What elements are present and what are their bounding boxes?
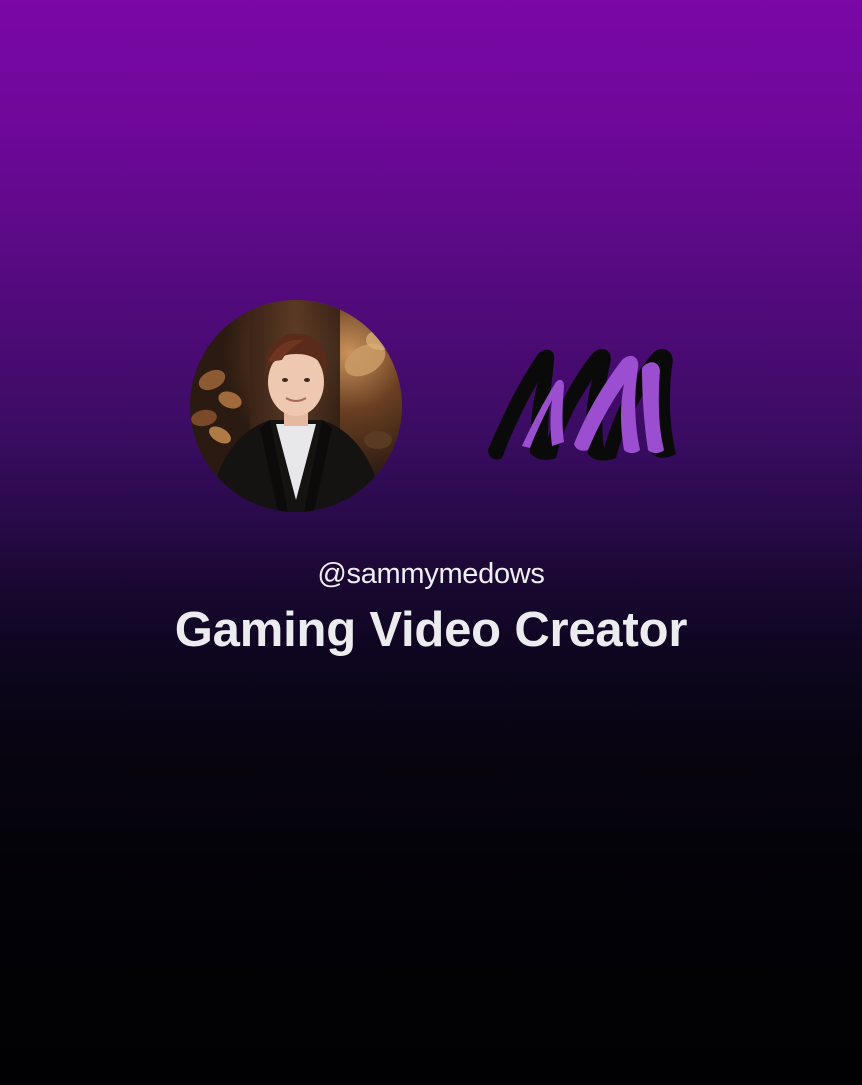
brush-letter-m-logo-icon [488, 348, 676, 461]
profile-card: @sammymedows Gaming Video Creator [0, 0, 862, 1085]
profile-photo-icon [190, 300, 402, 512]
user-handle[interactable]: @sammymedows [0, 558, 862, 591]
avatar[interactable] [190, 300, 402, 512]
brand-logo[interactable] [482, 342, 682, 468]
profile-tagline: Gaming Video Creator [174, 603, 688, 657]
